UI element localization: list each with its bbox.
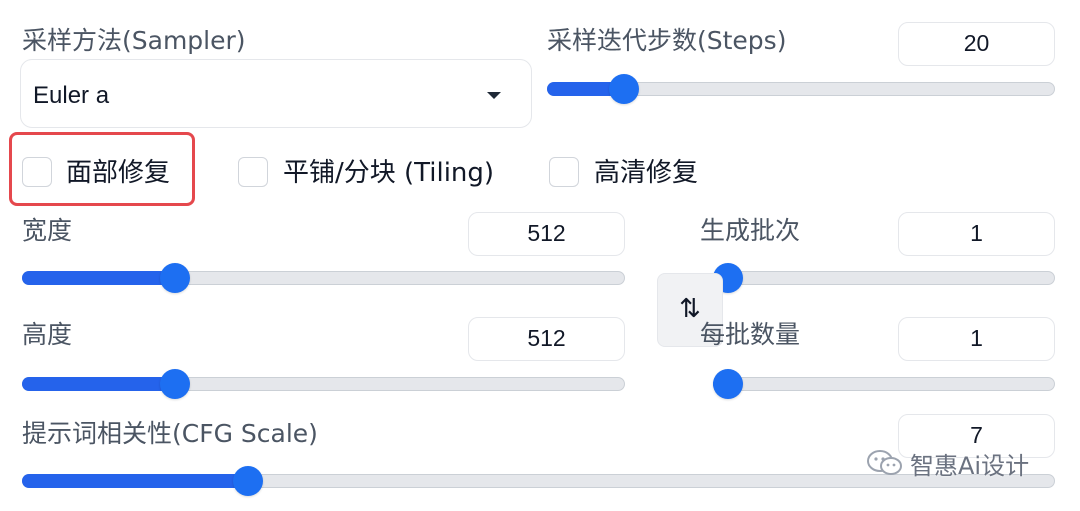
hires-fix-checkbox[interactable]	[549, 157, 579, 187]
slider-thumb[interactable]	[609, 74, 640, 104]
height-slider[interactable]	[22, 369, 625, 399]
batch-count-slider[interactable]	[713, 263, 1055, 293]
slider-fill	[22, 474, 248, 488]
slider-fill	[22, 271, 175, 285]
wechat-icon	[866, 448, 904, 478]
sampler-label: 采样方法(Sampler)	[22, 26, 246, 55]
slider-thumb[interactable]	[232, 466, 263, 496]
batch-size-label: 每批数量	[700, 320, 801, 349]
slider-thumb[interactable]	[159, 263, 190, 293]
sampler-selected-value: Euler a	[33, 82, 110, 109]
height-input[interactable]: 512	[468, 317, 625, 361]
batch-count-label: 生成批次	[700, 216, 801, 245]
face-restore-checkbox[interactable]	[22, 157, 52, 187]
batch-size-slider[interactable]	[713, 369, 1055, 399]
batch-size-input[interactable]: 1	[898, 317, 1055, 361]
tiling-label: 平铺/分块 (Tiling)	[283, 158, 495, 188]
steps-label: 采样迭代步数(Steps)	[547, 26, 787, 55]
watermark: 智惠Ai设计	[866, 446, 1029, 480]
slider-thumb[interactable]	[159, 369, 190, 399]
width-slider[interactable]	[22, 263, 625, 293]
width-label: 宽度	[22, 216, 73, 245]
slider-track	[713, 271, 1055, 285]
watermark-text: 智惠Ai设计	[910, 451, 1030, 480]
width-input[interactable]: 512	[468, 212, 625, 256]
batch-count-input[interactable]: 1	[898, 212, 1055, 256]
slider-track	[713, 377, 1055, 391]
tiling-checkbox[interactable]	[238, 157, 268, 187]
hires-fix-label: 高清修复	[594, 158, 699, 188]
cfg-scale-label: 提示词相关性(CFG Scale)	[22, 419, 318, 448]
face-restore-label: 面部修复	[66, 158, 171, 188]
steps-input[interactable]: 20	[898, 22, 1055, 66]
steps-slider[interactable]	[547, 74, 1055, 104]
height-label: 高度	[22, 320, 73, 349]
sampler-select[interactable]: Euler a	[20, 59, 532, 128]
slider-fill	[22, 377, 175, 391]
chevron-down-icon	[487, 92, 501, 99]
slider-thumb[interactable]	[713, 369, 743, 399]
